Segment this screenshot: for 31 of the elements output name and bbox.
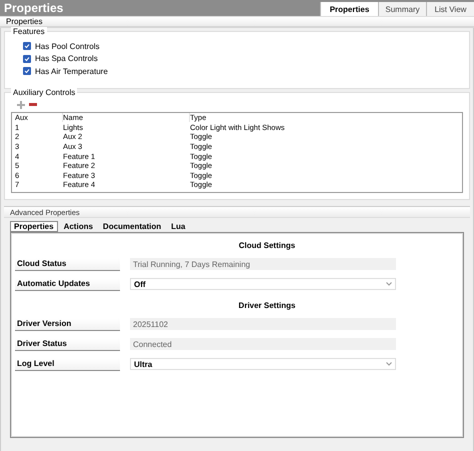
dropdown[interactable]: Off: [130, 278, 396, 290]
view-tab[interactable]: Summary: [378, 2, 426, 16]
checkbox-label: Has Spa Controls: [35, 54, 98, 64]
property-label: Cloud Status: [15, 258, 120, 270]
checkbox[interactable]: [23, 54, 31, 63]
tab[interactable]: Documentation: [98, 221, 166, 232]
readonly-field: 20251102: [130, 318, 396, 330]
property-label: Driver Status: [15, 338, 120, 350]
group-title: Auxiliary Controls: [11, 88, 78, 98]
checkbox[interactable]: [23, 67, 31, 76]
tab[interactable]: Actions: [60, 221, 97, 232]
tab[interactable]: Properties: [10, 221, 58, 232]
property-label: Log Level: [15, 358, 120, 370]
readonly-field: Connected: [130, 338, 396, 350]
group-title: Features: [11, 27, 47, 37]
settings-heading: Cloud Settings: [238, 240, 296, 252]
readonly-field: Trial Running, 7 Days Remaining: [130, 258, 396, 270]
property-label: Automatic Updates: [15, 278, 120, 290]
checkbox-label: Has Pool Controls: [35, 42, 100, 51]
view-tab[interactable]: List View: [426, 2, 474, 16]
checkbox-label: Has Air Temperature: [35, 66, 108, 76]
chevron-icon: [386, 282, 392, 286]
panel-title: Properties: [4, 1, 64, 15]
view-tab[interactable]: Properties: [320, 2, 378, 16]
checkbox[interactable]: [23, 42, 31, 50]
settings-heading: Driver Settings: [238, 300, 296, 312]
dropdown[interactable]: Ultra: [130, 358, 396, 370]
chevron-icon: [386, 362, 392, 366]
section-header: Properties: [0, 16, 474, 28]
property-label: Driver Version: [15, 318, 120, 330]
tab[interactable]: Lua: [167, 221, 190, 232]
